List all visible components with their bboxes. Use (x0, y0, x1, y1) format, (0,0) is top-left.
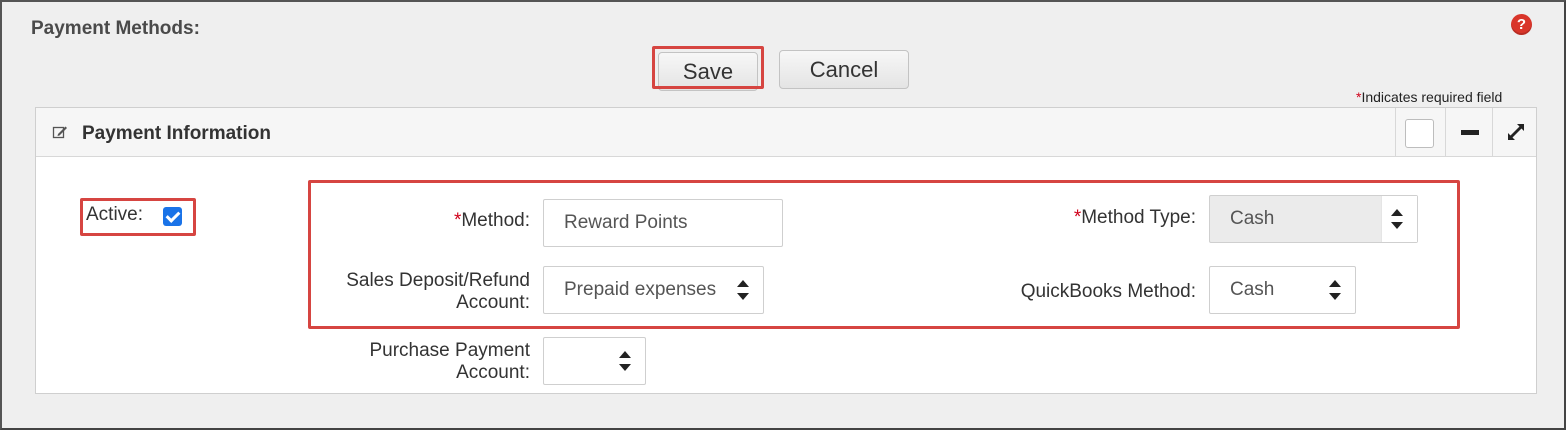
quickbooks-method-label: QuickBooks Method: (1020, 281, 1196, 302)
sales-deposit-value: Prepaid expenses (564, 279, 717, 300)
quickbooks-method-value: Cash (1230, 279, 1275, 300)
method-type-arrow-area (1381, 196, 1417, 242)
required-field-note: *Indicates required field (1356, 89, 1502, 105)
expand-button[interactable] (1492, 108, 1538, 157)
minimize-button[interactable] (1445, 108, 1491, 157)
purchase-payment-select[interactable] (543, 337, 646, 385)
panel-title: Payment Information (82, 123, 271, 144)
select-arrows-icon (1327, 267, 1343, 313)
method-label: *Method: (380, 210, 530, 232)
panel-select-checkbox[interactable] (1405, 119, 1434, 148)
select-arrows-icon (735, 267, 751, 313)
select-arrows-icon (617, 338, 633, 384)
active-label: Active: (86, 204, 144, 225)
minus-icon (1461, 130, 1479, 135)
cancel-button[interactable]: Cancel (779, 50, 909, 89)
purchase-payment-label-line2: Account: (456, 362, 530, 383)
method-type-label-text: Method Type: (1081, 207, 1196, 228)
active-checkbox[interactable] (163, 207, 182, 226)
sales-deposit-label: Sales Deposit/Refund Account: (300, 270, 530, 314)
purchase-payment-label: Purchase Payment Account: (300, 340, 530, 384)
select-arrows-icon (1389, 196, 1405, 242)
sales-deposit-label-line1: Sales Deposit/Refund (346, 270, 530, 291)
quickbooks-method-select[interactable]: Cash (1209, 266, 1356, 314)
panel-header: Payment Information (36, 108, 1536, 157)
save-button[interactable]: Save (658, 52, 758, 91)
page-title: Payment Methods: (31, 18, 200, 39)
method-type-label: *Method Type: (1000, 207, 1196, 229)
sales-deposit-label-line2: Account: (456, 292, 530, 313)
panel-select-cell (1395, 108, 1441, 157)
edit-icon (52, 124, 68, 140)
payment-information-panel: Payment Information (35, 107, 1537, 394)
method-input[interactable]: Reward Points (543, 199, 783, 247)
help-icon[interactable]: ? (1511, 14, 1532, 35)
method-label-text: Method: (461, 210, 530, 231)
required-note-text: Indicates required field (1361, 89, 1503, 105)
purchase-payment-label-line1: Purchase Payment (369, 340, 530, 361)
method-type-value: Cash (1230, 208, 1275, 229)
sales-deposit-select[interactable]: Prepaid expenses (543, 266, 764, 314)
method-type-select[interactable]: Cash (1209, 195, 1418, 243)
expand-icon (1508, 124, 1524, 140)
